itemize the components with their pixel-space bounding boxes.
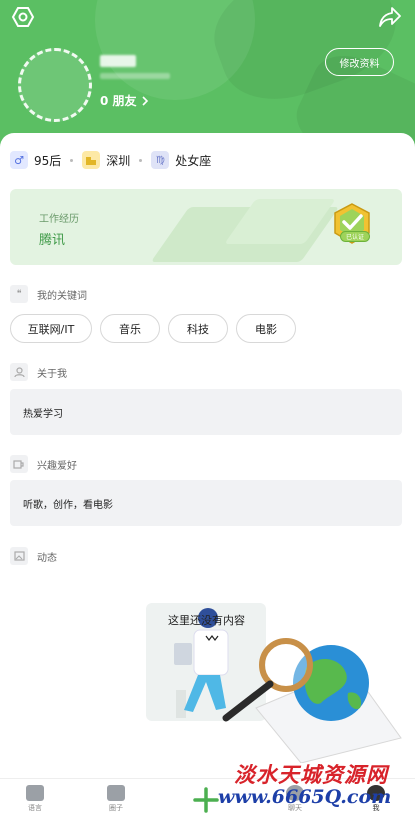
keyword-tag[interactable]: 电影 — [236, 314, 296, 343]
tag-age: ♂ 95后 — [10, 151, 61, 169]
keyword-tag[interactable]: 科技 — [168, 314, 228, 343]
work-experience-label: 工作经历 — [39, 214, 79, 225]
keywords-list: 互联网/IT 音乐 科技 电影 — [10, 314, 296, 343]
plus-icon — [193, 787, 219, 813]
building-icon — [82, 151, 101, 169]
chat-cards-icon — [26, 785, 44, 801]
hobbies-text-box[interactable]: 听歌，创作，看电影 — [10, 480, 402, 526]
share-icon[interactable] — [377, 4, 403, 30]
friends-count-label: 0 朋友 — [100, 94, 137, 108]
work-experience-card[interactable]: 工作经历 腾讯 — [10, 189, 402, 265]
keywords-title: 我的关键词 — [37, 290, 87, 302]
separator-dot — [139, 158, 143, 162]
settings-icon[interactable] — [10, 4, 36, 30]
nav-label: 圈子 — [109, 804, 123, 812]
tag-zodiac-label: 处女座 — [175, 153, 212, 168]
board-icon — [107, 785, 125, 801]
edit-profile-button[interactable]: 修改资料 — [325, 48, 394, 76]
tag-city-label: 深圳 — [106, 153, 131, 168]
friends-count-link[interactable]: 0 朋友 — [100, 92, 149, 109]
image-icon — [10, 547, 28, 565]
verified-badge-label: 已认证 — [340, 231, 370, 242]
zodiac-icon: ♍ — [151, 151, 170, 169]
feed-title: 动态 — [37, 552, 57, 564]
separator-dot — [70, 158, 74, 162]
keyword-tag[interactable]: 互联网/IT — [10, 314, 92, 343]
about-title: 关于我 — [37, 368, 67, 380]
about-section-header: 关于我 — [10, 363, 67, 381]
tag-age-label: 95后 — [34, 153, 62, 168]
add-post-button[interactable] — [193, 785, 219, 815]
person-icon — [10, 363, 28, 381]
avatar[interactable] — [18, 48, 92, 122]
tag-city: 深圳 — [82, 151, 130, 169]
male-icon: ♂ — [10, 151, 28, 169]
username-blurred — [100, 55, 136, 67]
user-id-blurred — [100, 73, 170, 79]
watermark-text: 淡水天城资源网 — [234, 762, 388, 787]
chevron-right-icon — [141, 95, 148, 106]
keywords-section-header: ❝ 我的关键词 — [10, 285, 87, 303]
keyword-tag[interactable]: 音乐 — [100, 314, 160, 343]
profile-header: 0 朋友 修改资料 — [0, 0, 415, 150]
nav-item-language[interactable]: 语言 — [15, 785, 55, 813]
quote-icon: ❝ — [10, 285, 28, 303]
hobbies-title: 兴趣爱好 — [37, 460, 77, 472]
work-company-name: 腾讯 — [39, 233, 66, 248]
nav-label: 语言 — [28, 804, 42, 812]
card-decoration — [224, 199, 336, 244]
watermark-url: www.6665Q.com — [218, 786, 392, 808]
nav-item-circle[interactable]: 圈子 — [96, 785, 136, 813]
feed-section-header: 动态 — [10, 547, 57, 565]
about-text-box[interactable]: 热爱学习 — [10, 389, 402, 435]
basic-info-tags: ♂ 95后 深圳 ♍ 处女座 — [10, 151, 211, 169]
hobbies-section-header: 兴趣爱好 — [10, 455, 77, 473]
cup-icon — [10, 455, 28, 473]
empty-state-text: 这里还没有内容 — [168, 614, 245, 627]
tag-zodiac: ♍ 处女座 — [151, 151, 211, 169]
